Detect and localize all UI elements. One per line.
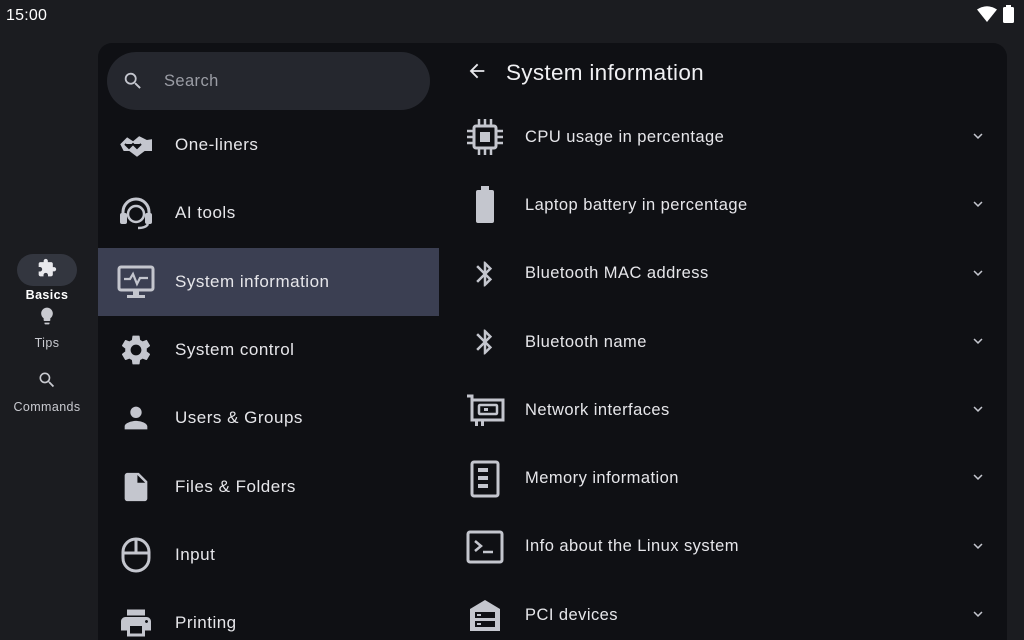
command-item-memory-information[interactable]: Memory information <box>439 444 1007 512</box>
memory-icon <box>463 457 507 501</box>
command-label: Bluetooth MAC address <box>525 264 709 283</box>
category-label: Input <box>175 544 216 564</box>
chevron-down-icon[interactable] <box>969 468 987 486</box>
detail-header: System information <box>439 43 1007 103</box>
status-time: 15:00 <box>6 7 48 24</box>
category-printing[interactable]: Printing <box>98 589 439 640</box>
category-label: AI tools <box>175 203 236 223</box>
battery-full-icon <box>1003 5 1014 28</box>
category-files-folders[interactable]: Files & Folders <box>98 452 439 520</box>
search-input[interactable] <box>162 70 406 92</box>
search-bar[interactable] <box>107 52 430 110</box>
command-label: Memory information <box>525 469 679 488</box>
rail-label: Basics <box>25 288 69 302</box>
chevron-down-icon[interactable] <box>969 195 987 213</box>
category-system-control[interactable]: System control <box>98 316 439 384</box>
bluetooth-icon <box>463 252 507 296</box>
status-icons <box>977 5 1014 28</box>
cpu-chip-icon <box>463 115 507 159</box>
command-label: PCI devices <box>525 605 618 624</box>
command-list: CPU usage in percentage Laptop battery i… <box>439 103 1007 640</box>
category-label: Printing <box>175 613 237 633</box>
command-item-linux-info[interactable]: Info about the Linux system <box>439 513 1007 581</box>
navigation-rail: Basics Tips Commands <box>0 240 94 432</box>
search-icon <box>122 70 144 92</box>
rail-item-commands[interactable]: Commands <box>0 368 94 432</box>
main-panel: One-liners AI tools System information S… <box>98 43 1007 640</box>
puzzle-icon <box>37 258 57 283</box>
rail-pill <box>17 302 77 334</box>
rail-item-tips[interactable]: Tips <box>0 304 94 368</box>
monitor-heartbeat-icon <box>116 262 156 302</box>
category-label: Files & Folders <box>175 476 296 496</box>
command-item-laptop-battery[interactable]: Laptop battery in percentage <box>439 171 1007 239</box>
terminal-icon <box>463 525 507 569</box>
category-users-groups[interactable]: Users & Groups <box>98 384 439 452</box>
printer-icon <box>116 603 156 640</box>
headset-icon <box>116 193 156 233</box>
detail-pane: System information CPU usage in percenta… <box>439 43 1007 640</box>
command-label: Info about the Linux system <box>525 537 739 556</box>
status-bar: 15:00 <box>0 0 1024 32</box>
command-item-pci-devices[interactable]: PCI devices <box>439 581 1007 640</box>
command-item-network-interfaces[interactable]: Network interfaces <box>439 376 1007 444</box>
chevron-down-icon[interactable] <box>969 605 987 623</box>
arrow-back-icon <box>466 60 488 87</box>
category-input[interactable]: Input <box>98 521 439 589</box>
rail-pill <box>17 254 77 286</box>
rail-pill <box>17 366 77 398</box>
category-one-liners[interactable]: One-liners <box>98 111 439 179</box>
handshake-icon <box>116 125 156 165</box>
rail-item-basics[interactable]: Basics <box>0 240 94 304</box>
chevron-down-icon[interactable] <box>969 332 987 350</box>
bluetooth-icon <box>463 320 507 364</box>
category-system-information[interactable]: System information <box>98 247 439 316</box>
chevron-down-icon[interactable] <box>969 400 987 418</box>
back-button[interactable] <box>466 60 488 87</box>
person-icon <box>116 398 156 438</box>
search-icon <box>37 370 57 395</box>
lightbulb-icon <box>37 305 57 332</box>
rail-label: Tips <box>34 336 60 350</box>
command-label: Bluetooth name <box>525 332 647 351</box>
file-icon <box>116 467 156 507</box>
wifi-icon <box>977 6 997 27</box>
category-label: System control <box>175 340 295 360</box>
command-item-cpu-usage[interactable]: CPU usage in percentage <box>439 103 1007 171</box>
command-item-bluetooth-mac[interactable]: Bluetooth MAC address <box>439 240 1007 308</box>
command-label: CPU usage in percentage <box>525 127 725 146</box>
mouse-icon <box>116 535 156 575</box>
category-ai-tools[interactable]: AI tools <box>98 179 439 247</box>
battery-icon <box>463 183 507 227</box>
gear-icon <box>116 330 156 370</box>
category-label: System information <box>175 271 330 291</box>
category-pane: One-liners AI tools System information S… <box>98 43 439 640</box>
category-label: One-liners <box>175 135 259 155</box>
server-icon <box>463 593 507 637</box>
page-title: System information <box>506 60 704 85</box>
chevron-down-icon[interactable] <box>969 127 987 145</box>
chevron-down-icon[interactable] <box>969 537 987 555</box>
network-card-icon <box>463 388 507 432</box>
command-item-bluetooth-name[interactable]: Bluetooth name <box>439 308 1007 376</box>
category-list: One-liners AI tools System information S… <box>98 111 439 640</box>
command-label: Laptop battery in percentage <box>525 195 748 214</box>
category-label: Users & Groups <box>175 408 303 428</box>
command-label: Network interfaces <box>525 400 670 419</box>
chevron-down-icon[interactable] <box>969 264 987 282</box>
rail-label: Commands <box>13 400 81 414</box>
